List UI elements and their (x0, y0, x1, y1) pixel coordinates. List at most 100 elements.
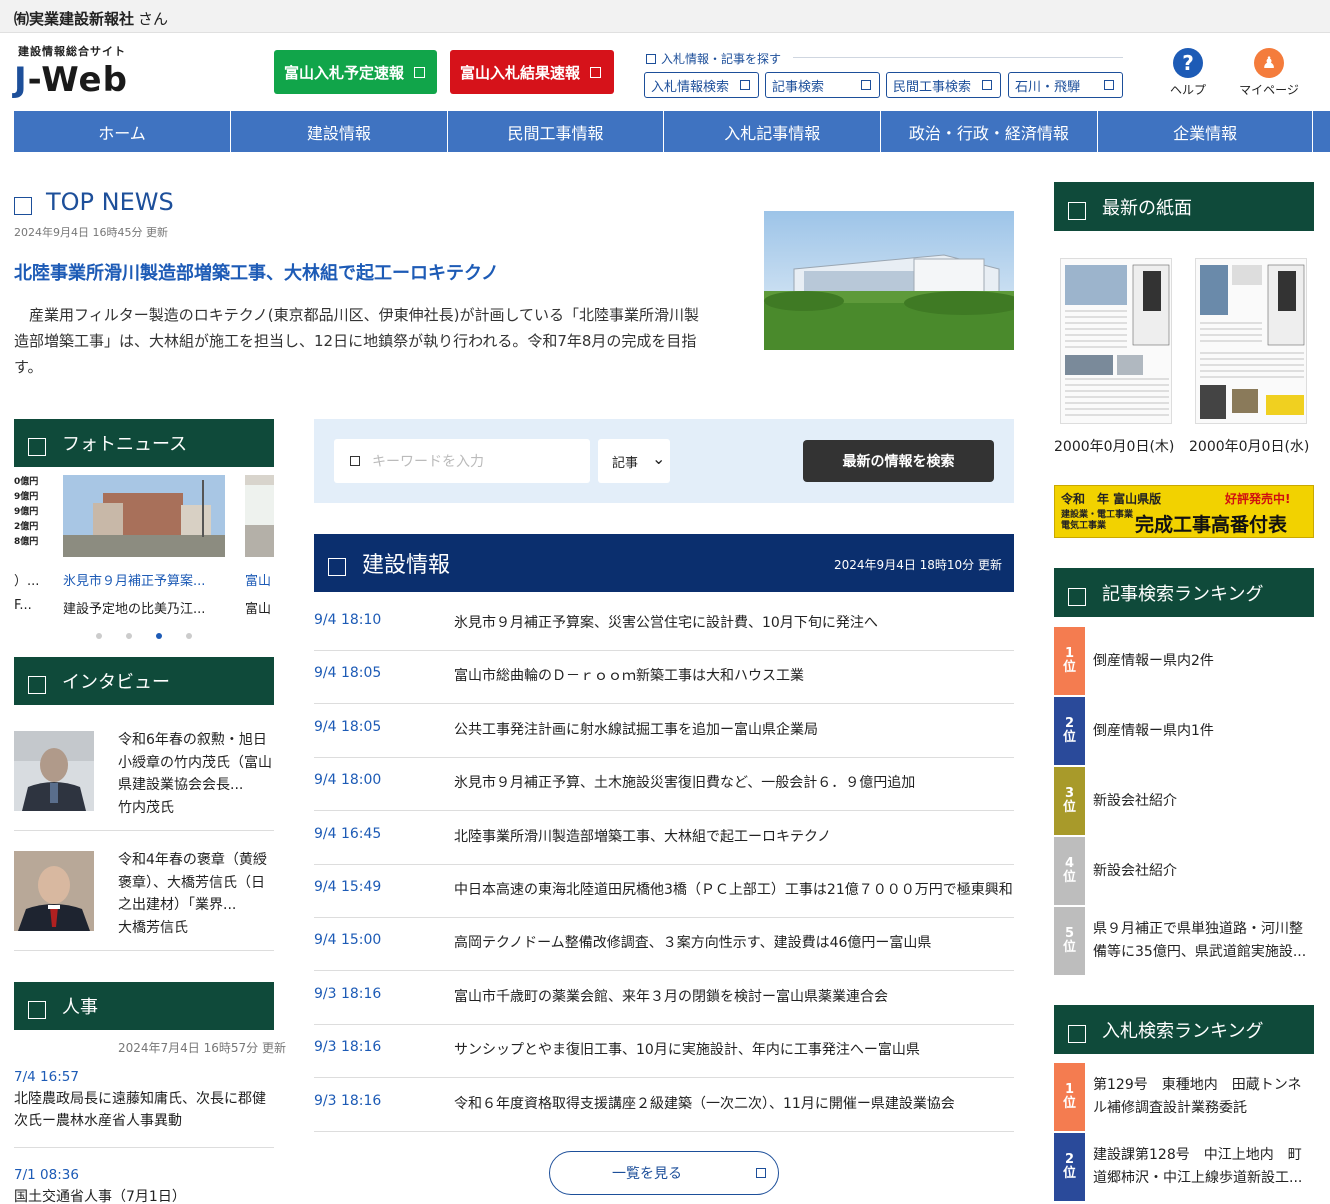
ranking-book-banner[interactable]: 令和 年 富山県版 好評発売中! 建設業・電工事業 電気工事業 完成工事高番付表 (1054, 485, 1314, 538)
section-icon (14, 197, 32, 215)
news-headline[interactable]: 北陸事業所滑川製造部増築工事、大林組で起工ーロキテクノ (454, 826, 1014, 846)
top-news-updated: 2024年9月4日 16時45分 更新 (14, 226, 168, 239)
view-list-button[interactable]: 一覧を見る (549, 1151, 779, 1195)
article-ranking-header: 記事検索ランキング (1054, 568, 1314, 617)
carousel-dot[interactable] (126, 633, 132, 639)
search-caption: 入札情報・記事を探す (646, 50, 781, 67)
ranking-text[interactable]: 第129号 東種地内 田蔵トンネル補修調査設計業務委託 (1093, 1074, 1309, 1120)
news-row[interactable]: 9/4 16:45 北陸事業所滑川製造部増築工事、大林組で起工ーロキテクノ (314, 811, 1014, 865)
photo-news-carousel[interactable]: 0億円 9億円 9億円 2億円 8億円 ）... F... 氷見市９月補正予算案... … (14, 475, 274, 625)
latest-paper-header: 最新の紙面 (1054, 182, 1314, 231)
newspaper-thumbnail[interactable] (1195, 258, 1307, 424)
photo-caption: 建設予定地の比美乃江... (63, 602, 206, 617)
ranking-item[interactable]: 4 位新設会社紹介 (1054, 837, 1314, 907)
rank-badge: 5位 (1054, 907, 1085, 975)
news-time: 9/4 15:49 (314, 879, 382, 895)
nav-home[interactable]: ホーム (0, 111, 230, 152)
construction-info-header: 建設情報 2024年9月4日 18時10分 更新 (314, 534, 1014, 592)
news-row[interactable]: 9/4 18:05 富山市総曲輪のＤ－ｒｏｏｍ新築工事は大和ハウス工業 (314, 650, 1014, 705)
ranking-item[interactable]: 1 位倒産情報ー県内2件 (1054, 627, 1314, 697)
personnel-item[interactable]: 7/1 08:36 国土交通省人事（7月1日） (14, 1164, 274, 1204)
section-icon (28, 676, 46, 694)
news-headline[interactable]: 公共工事発注計画に射水線試掘工事を追加ー富山県企業局 (454, 719, 1014, 739)
top-news-headline[interactable]: 北陸事業所滑川製造部増築工事、大林組で起工ーロキテクノ (14, 259, 499, 285)
private-works-search-button[interactable]: 民間工事検索 (886, 72, 1001, 98)
news-row[interactable]: 9/4 18:00 氷見市９月補正予算、土木施設災害復旧費など、一般会計６．９億円… (314, 757, 1014, 812)
news-time: 9/4 18:05 (314, 665, 382, 682)
nav-minkan[interactable]: 民間工事情報 (446, 111, 664, 152)
section-icon (28, 438, 46, 456)
toyama-bid-schedule-button[interactable]: 富山入札予定速報 (274, 50, 437, 94)
news-headline[interactable]: 高岡テクノドーム整備改修調査、３案方向性示す、建設費は46億円ー富山県 (454, 932, 1014, 952)
news-headline[interactable]: 令和６年度資格取得支援講座２級建築（一次二次）、11月に開催ー県建設業協会 (454, 1093, 1014, 1113)
personnel-item[interactable]: 7/4 16:57 北陸農政局長に遠藤知庸氏、次長に郡健次氏ー農林水産省人事異動 (14, 1066, 274, 1148)
news-row[interactable]: 9/4 15:49 中日本高速の東海北陸道田尻橋他3橋（ＰＣ上部工）工事は21億７… (314, 864, 1014, 918)
top-news-photo[interactable] (764, 211, 1014, 350)
paper-date: 2000年0月0日(木) (1054, 439, 1175, 455)
rank-badge: 2位 (1054, 697, 1085, 765)
news-headline[interactable]: 富山市千歳町の薬業会館、来年３月の閉鎖を検討ー富山県薬業連合会 (454, 986, 1014, 1006)
carousel-dot-active[interactable] (156, 633, 162, 639)
square-icon (982, 80, 992, 90)
bid-info-search-button[interactable]: 入札情報検索 (644, 72, 759, 98)
photo-caption[interactable]: 富山 (245, 570, 274, 589)
interview-photo (14, 731, 94, 811)
ranking-item[interactable]: 1 位第129号 東種地内 田蔵トンネル補修調査設計業務委託 (1054, 1063, 1314, 1133)
personnel-header: 人事 (14, 982, 274, 1030)
ranking-text[interactable]: 倒産情報ー県内2件 (1093, 650, 1309, 673)
ranking-text[interactable]: 建設課第128号 中江上地内 町道郷柿沢・中江上線歩道新設工... (1093, 1144, 1309, 1190)
news-row[interactable]: 9/3 18:16 令和６年度資格取得支援講座２級建築（一次二次）、11月に開催ー… (314, 1078, 1014, 1132)
ranking-item[interactable]: 5 位県９月補正で県単独道路・河川整備等に35億円、県武道館実施設... (1054, 907, 1314, 977)
carousel-dot[interactable] (96, 633, 102, 639)
ranking-text[interactable]: 倒産情報ー県内1件 (1093, 720, 1309, 743)
news-row[interactable]: 9/3 18:16 サンシップとやま復旧工事、10月に実施設計、年内に工事発注へー… (314, 1024, 1014, 1079)
news-row[interactable]: 9/4 18:05 公共工事発注計画に射水線試掘工事を追加ー富山県企業局 (314, 704, 1014, 758)
photo-thumbnail[interactable] (245, 475, 274, 557)
news-time: 9/4 18:00 (314, 772, 382, 789)
ranking-item[interactable]: 2 位建設課第128号 中江上地内 町道郷柿沢・中江上線歩道新設工... (1054, 1133, 1314, 1203)
nav-seiji[interactable]: 政治・行政・経済情報 (880, 111, 1097, 152)
news-headline[interactable]: 富山市総曲輪のＤ－ｒｏｏｍ新築工事は大和ハウス工業 (454, 665, 1014, 685)
ranking-item[interactable]: 2 位倒産情報ー県内1件 (1054, 697, 1314, 767)
ranking-text[interactable]: 新設会社紹介 (1093, 790, 1309, 813)
news-row[interactable]: 9/4 15:00 高岡テクノドーム整備改修調査、３案方向性示す、建設費は46億円… (314, 917, 1014, 972)
interview-header: インタビュー (14, 657, 274, 705)
nav-nyusatsu[interactable]: 入札記事情報 (663, 111, 880, 152)
user-icon: ♟ (1254, 48, 1284, 78)
nav-kigyo[interactable]: 企業情報 (1096, 111, 1314, 152)
article-search-button[interactable]: 記事検索 (765, 72, 880, 98)
help-button[interactable]: ? ヘルプ (1168, 48, 1208, 98)
news-row[interactable]: 9/3 18:16 富山市千歳町の薬業会館、来年３月の閉鎖を検討ー富山県薬業連合会 (314, 971, 1014, 1025)
news-row[interactable]: 9/4 18:10 氷見市９月補正予算案、災害公営住宅に設計費、10月下旬に発注へ (314, 597, 1014, 651)
search-category-select[interactable]: 記事 ⌄ (598, 439, 670, 483)
external-link-icon (590, 66, 602, 78)
newspaper-thumbnail[interactable] (1060, 258, 1172, 424)
keyword-input[interactable]: キーワードを入力 (334, 439, 590, 483)
ranking-text[interactable]: 新設会社紹介 (1093, 860, 1309, 883)
photo-caption[interactable]: 氷見市９月補正予算案... (63, 570, 233, 589)
news-headline[interactable]: サンシップとやま復旧工事、10月に実施設計、年内に工事発注へー富山県 (454, 1039, 1014, 1059)
news-time: 9/4 15:00 (314, 932, 382, 949)
top-news-body: 産業用フィルター製造のロキテクノ(東京都品川区、伊東伸社長)が計画している「北陸… (14, 306, 700, 376)
rank-badge: 3位 (1054, 767, 1085, 835)
mypage-button[interactable]: ♟ マイページ (1236, 48, 1302, 98)
photo-thumbnail[interactable] (63, 475, 225, 557)
ishikawa-hida-button[interactable]: 石川・飛騨 (1008, 72, 1123, 98)
ranking-item[interactable]: 3 位新設会社紹介 (1054, 767, 1314, 837)
site-subtitle: 建設情報総合サイト (18, 45, 126, 58)
photo-caption[interactable]: ）... (14, 570, 40, 589)
user-bar: ㈲実業建設新報社 さん (0, 0, 1330, 33)
interview-item[interactable]: 令和6年春の叙勲・旭日小綬章の竹内茂氏（富山県建設業協会会長... 竹内茂氏 (14, 731, 274, 831)
carousel-dot[interactable] (186, 633, 192, 639)
photo-caption: F... (14, 598, 32, 613)
news-headline[interactable]: 中日本高速の東海北陸道田尻橋他3橋（ＰＣ上部工）工事は21億７０００万円で極東興… (454, 879, 1014, 899)
interview-item[interactable]: 令和4年春の褒章（黄綬褒章）、大橋芳信氏（日之出建材）「業界... 大橋芳信氏 (14, 851, 274, 951)
news-headline[interactable]: 氷見市９月補正予算、土木施設災害復旧費など、一般会計６．９億円追加 (454, 772, 1014, 792)
news-headline[interactable]: 氷見市９月補正予算案、災害公営住宅に設計費、10月下旬に発注へ (454, 612, 1014, 632)
ranking-text[interactable]: 県９月補正で県単独道路・河川整備等に35億円、県武道館実施設... (1093, 918, 1309, 964)
section-icon (1068, 201, 1086, 220)
site-logo[interactable]: J-Web (14, 60, 128, 100)
search-latest-button[interactable]: 最新の情報を検索 (803, 440, 994, 482)
nav-kensetsu[interactable]: 建設情報 (230, 111, 447, 152)
toyama-bid-result-button[interactable]: 富山入札結果速報 (450, 50, 614, 94)
